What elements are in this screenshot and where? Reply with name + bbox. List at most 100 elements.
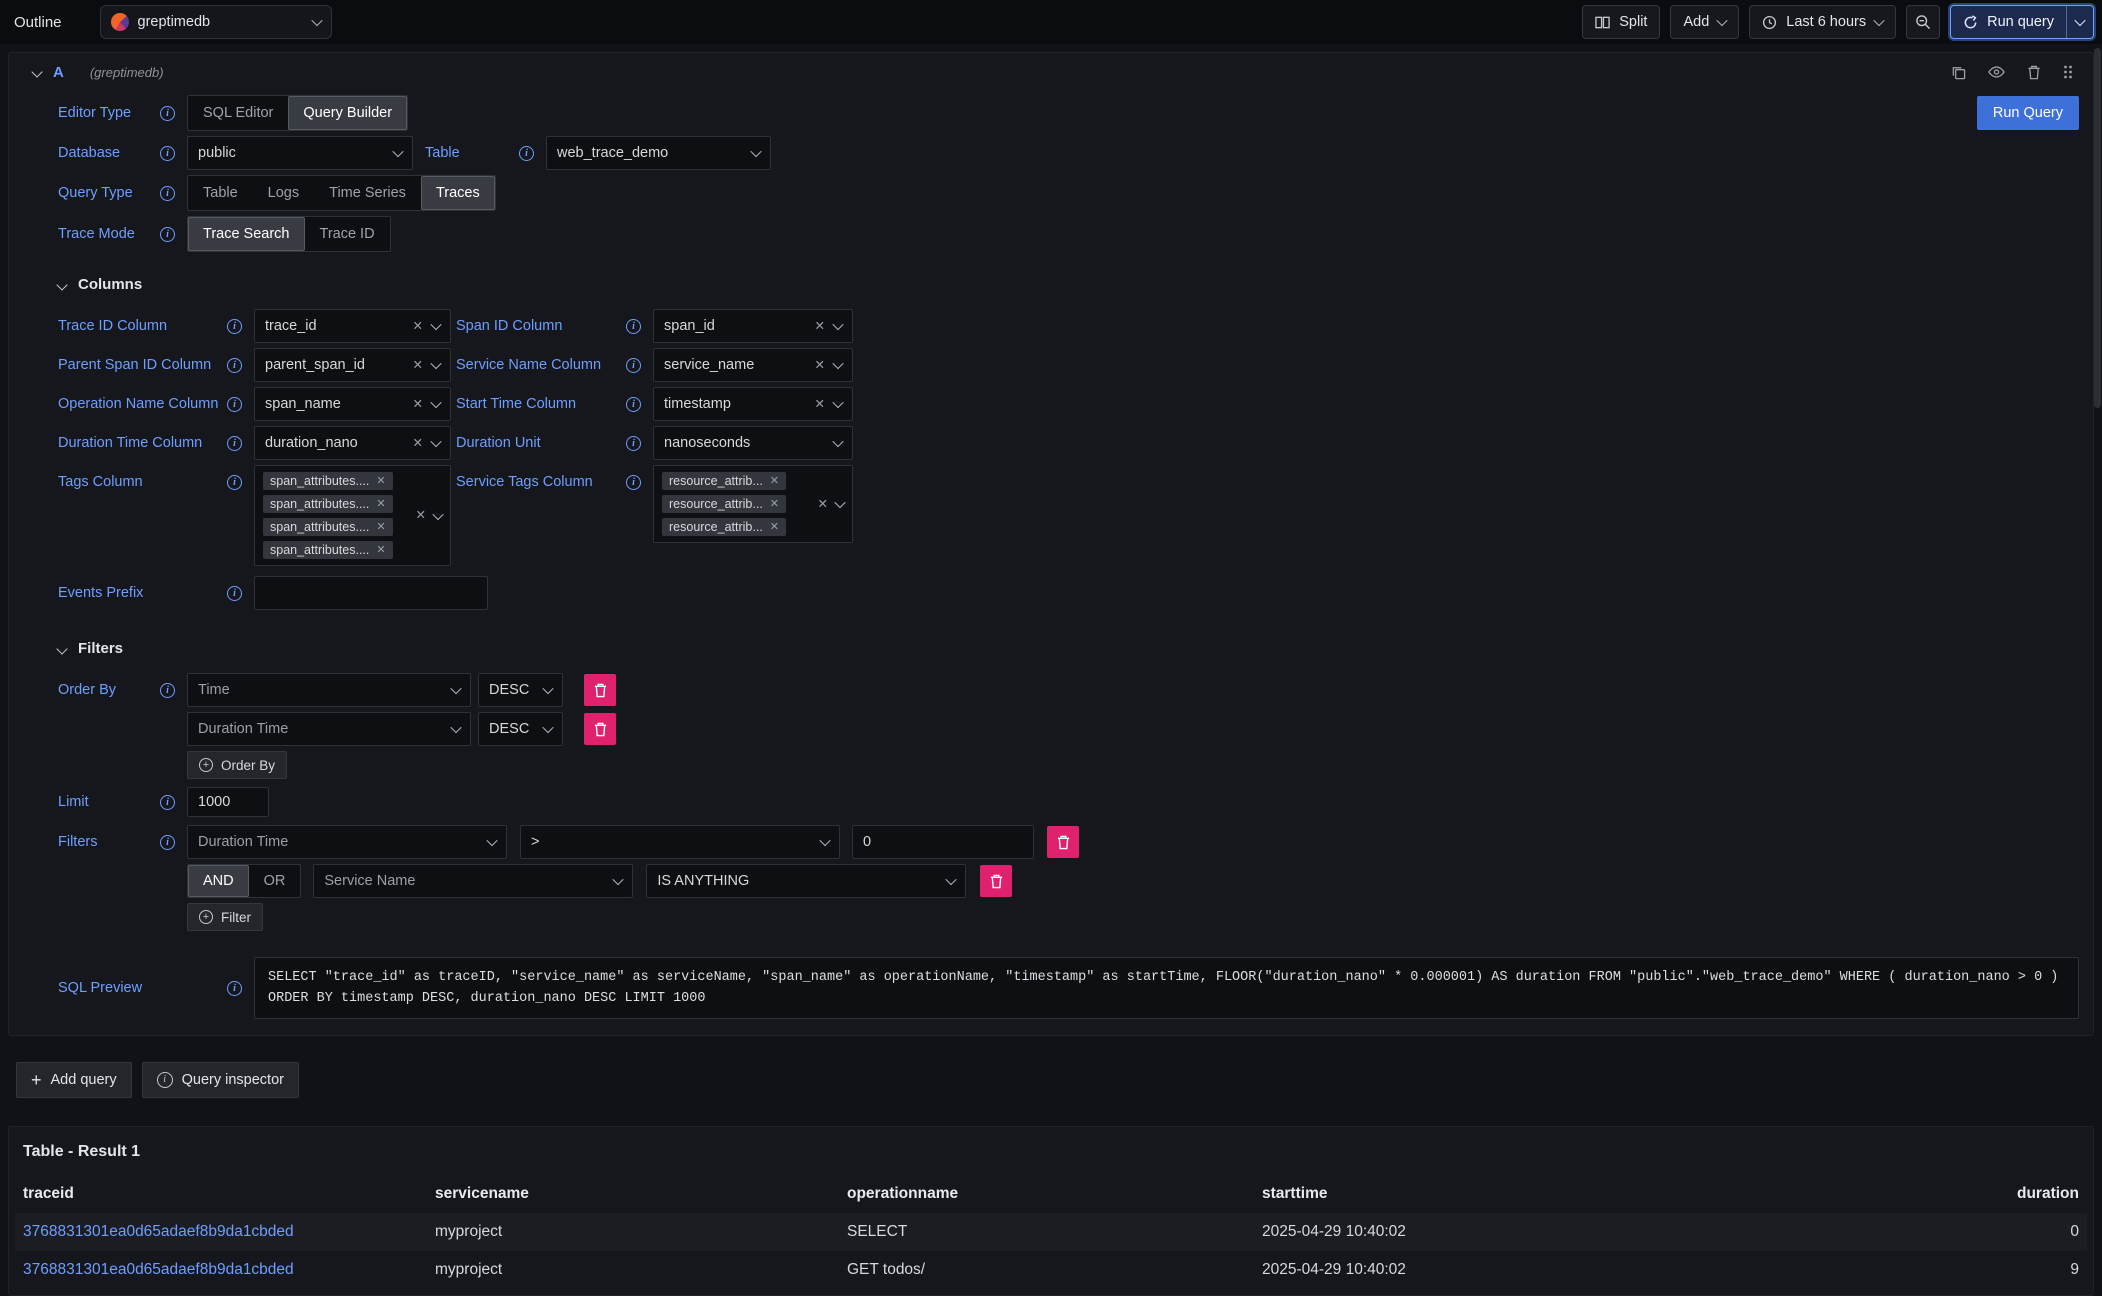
info-icon[interactable]: i	[160, 106, 175, 121]
info-icon[interactable]: i	[227, 319, 242, 334]
clear-x-icon[interactable]: ✕	[815, 320, 825, 333]
tag-chip[interactable]: resource_attrib...✕	[662, 472, 786, 490]
query-type-option-traces[interactable]: Traces	[421, 176, 495, 210]
info-icon[interactable]: i	[227, 358, 242, 373]
datasource-picker[interactable]: greptimedb	[100, 5, 332, 39]
clear-x-icon[interactable]: ✕	[770, 499, 779, 510]
tag-chip[interactable]: resource_attrib...✕	[662, 495, 786, 513]
trace-id-link[interactable]: 3768831301ea0d65adaef8b9da1cbded	[15, 1213, 427, 1251]
events-prefix-input[interactable]	[254, 576, 488, 610]
service-tags-column-multiselect[interactable]: resource_attrib...✕ resource_attrib...✕ …	[653, 465, 853, 543]
query-ref-id[interactable]: A	[53, 64, 64, 81]
col-header-operationname[interactable]: operationname	[839, 1175, 1254, 1213]
duration-unit-select[interactable]: nanoseconds	[653, 426, 853, 460]
span-id-column-select[interactable]: span_id ✕	[653, 309, 853, 343]
info-icon[interactable]: i	[626, 397, 641, 412]
limit-input[interactable]	[187, 787, 269, 817]
filter-operator-select[interactable]: >	[520, 825, 840, 859]
editor-type-option-sql-editor[interactable]: SQL Editor	[188, 96, 288, 130]
col-header-traceid[interactable]: traceid	[15, 1175, 427, 1213]
clear-x-icon[interactable]: ✕	[413, 437, 423, 450]
info-icon[interactable]: i	[626, 475, 641, 490]
clear-x-icon[interactable]: ✕	[815, 359, 825, 372]
info-icon[interactable]: i	[160, 835, 175, 850]
query-type-option-table[interactable]: Table	[188, 176, 253, 210]
info-icon[interactable]: i	[626, 319, 641, 334]
info-icon[interactable]: i	[227, 397, 242, 412]
zoom-out-time-button[interactable]	[1906, 5, 1940, 39]
clear-x-icon[interactable]: ✕	[770, 476, 779, 487]
scrollbar[interactable]	[2094, 48, 2101, 408]
run-query-split-button[interactable]: Run query	[1950, 5, 2094, 39]
order-by-field-select[interactable]: Duration Time	[187, 712, 471, 746]
info-icon[interactable]: i	[160, 227, 175, 242]
database-select[interactable]: public	[187, 136, 413, 170]
add-order-by-button[interactable]: + Order By	[187, 751, 287, 779]
clear-x-icon[interactable]: ✕	[416, 509, 426, 522]
clear-x-icon[interactable]: ✕	[376, 522, 385, 533]
eye-icon[interactable]	[1988, 65, 2005, 79]
tag-chip[interactable]: span_attributes....✕	[263, 472, 393, 490]
clear-x-icon[interactable]: ✕	[413, 320, 423, 333]
trace-mode-option-trace-id[interactable]: Trace ID	[305, 217, 390, 251]
start-time-column-select[interactable]: timestamp ✕	[653, 387, 853, 421]
info-icon[interactable]: i	[160, 186, 175, 201]
tag-chip[interactable]: span_attributes....✕	[263, 495, 393, 513]
table-select[interactable]: web_trace_demo	[546, 136, 771, 170]
filter-operator-select[interactable]: IS ANYTHING	[646, 864, 966, 898]
order-by-direction-select[interactable]: DESC	[478, 712, 563, 746]
clear-x-icon[interactable]: ✕	[770, 522, 779, 533]
editor-type-option-query-builder[interactable]: Query Builder	[288, 96, 407, 130]
filter-logic-or[interactable]: OR	[249, 865, 301, 897]
columns-section-header[interactable]: Columns	[58, 276, 2079, 293]
run-query-caret[interactable]	[2067, 6, 2093, 38]
query-type-option-logs[interactable]: Logs	[253, 176, 314, 210]
filter-logic-and[interactable]: AND	[188, 865, 249, 897]
col-header-starttime[interactable]: starttime	[1254, 1175, 1684, 1213]
remove-filter-button[interactable]	[980, 865, 1012, 897]
filters-section-header[interactable]: Filters	[58, 640, 2079, 657]
info-icon[interactable]: i	[626, 436, 641, 451]
results-title[interactable]: Table - Result 1	[15, 1127, 2087, 1175]
clear-x-icon[interactable]: ✕	[818, 498, 828, 511]
clear-x-icon[interactable]: ✕	[413, 359, 423, 372]
info-icon[interactable]: i	[227, 475, 242, 490]
remove-query-trash-icon[interactable]	[2027, 65, 2041, 80]
filter-field-select[interactable]: Service Name	[313, 864, 633, 898]
clear-x-icon[interactable]: ✕	[413, 398, 423, 411]
operation-name-column-select[interactable]: span_name ✕	[254, 387, 451, 421]
order-by-field-select[interactable]: Time	[187, 673, 471, 707]
query-inspector-button[interactable]: i Query inspector	[142, 1062, 299, 1098]
info-icon[interactable]: i	[160, 683, 175, 698]
add-query-button[interactable]: + Add query	[16, 1062, 132, 1098]
copy-query-icon[interactable]	[1951, 65, 1966, 80]
duration-time-column-select[interactable]: duration_nano ✕	[254, 426, 451, 460]
drag-handle-icon[interactable]	[2063, 64, 2073, 80]
outline-label[interactable]: Outline	[8, 14, 68, 31]
run-query-button[interactable]: Run Query	[1977, 96, 2079, 130]
time-range-picker[interactable]: Last 6 hours	[1749, 5, 1896, 39]
info-icon[interactable]: i	[160, 146, 175, 161]
trace-id-link[interactable]: 3768831301ea0d65adaef8b9da1cbded	[15, 1251, 427, 1289]
tags-column-multiselect[interactable]: span_attributes....✕ span_attributes....…	[254, 465, 451, 566]
order-by-direction-select[interactable]: DESC	[478, 673, 563, 707]
col-header-servicename[interactable]: servicename	[427, 1175, 839, 1213]
clear-x-icon[interactable]: ✕	[376, 476, 385, 487]
clear-x-icon[interactable]: ✕	[376, 499, 385, 510]
remove-order-by-button[interactable]	[584, 674, 616, 706]
add-button[interactable]: Add	[1670, 5, 1739, 39]
split-button[interactable]: Split	[1582, 5, 1660, 39]
parent-span-id-column-select[interactable]: parent_span_id ✕	[254, 348, 451, 382]
info-icon[interactable]: i	[519, 146, 534, 161]
query-type-option-time-series[interactable]: Time Series	[314, 176, 421, 210]
tag-chip[interactable]: resource_attrib...✕	[662, 518, 786, 536]
remove-order-by-button[interactable]	[584, 713, 616, 745]
info-icon[interactable]: i	[160, 795, 175, 810]
tag-chip[interactable]: span_attributes....✕	[263, 541, 393, 559]
add-filter-button[interactable]: + Filter	[187, 903, 263, 931]
trace-id-column-select[interactable]: trace_id ✕	[254, 309, 451, 343]
filter-field-select[interactable]: Duration Time	[187, 825, 507, 859]
clear-x-icon[interactable]: ✕	[376, 545, 385, 556]
info-icon[interactable]: i	[227, 586, 242, 601]
info-icon[interactable]: i	[227, 981, 242, 996]
